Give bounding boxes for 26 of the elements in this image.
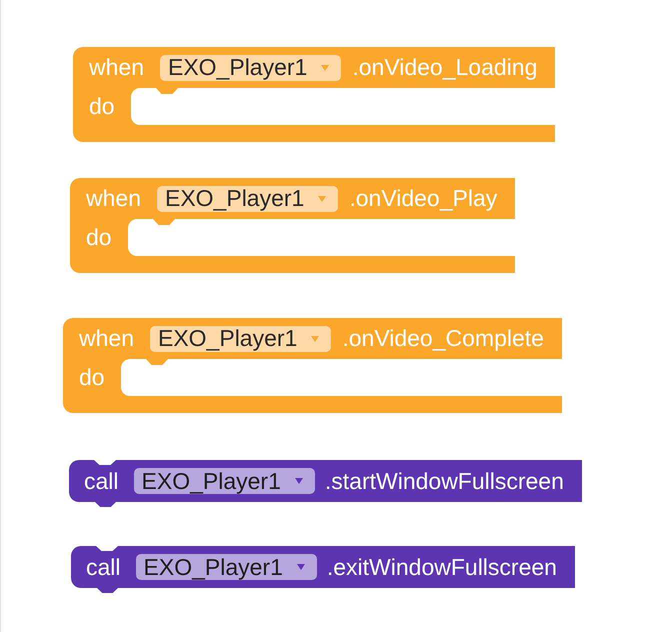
component-dropdown[interactable]: EXO_Player1	[134, 468, 315, 494]
component-dropdown[interactable]: EXO_Player1	[150, 326, 332, 352]
do-label: do	[78, 363, 106, 392]
event-block[interactable]: when EXO_Player1 .onVideo_Play do	[70, 178, 516, 273]
event-name-label: .onVideo_Complete	[342, 327, 544, 350]
caret-icon	[294, 478, 303, 484]
keyword-label: when	[86, 187, 141, 210]
keyword-label: when	[89, 56, 144, 79]
caret-icon	[318, 196, 326, 202]
component-dropdown[interactable]: EXO_Player1	[136, 554, 317, 580]
event-block[interactable]: when EXO_Player1 .onVideo_Loading do	[73, 47, 556, 142]
keyword-label: call	[86, 556, 121, 578]
event-block[interactable]: when EXO_Player1 .onVideo_Complete do	[63, 318, 562, 413]
keyword-label: when	[79, 327, 134, 350]
component-dropdown[interactable]: EXO_Player1	[156, 186, 338, 212]
keyword-label: call	[84, 470, 119, 492]
method-name-label: .exitWindowFullscreen	[326, 556, 557, 578]
component-dropdown[interactable]: EXO_Player1	[160, 54, 342, 80]
method-name-label: .startWindowFullscreen	[324, 470, 564, 492]
event-name-label: .onVideo_Play	[349, 187, 498, 210]
do-label: do	[88, 92, 116, 121]
do-label: do	[85, 223, 113, 252]
caret-icon	[321, 64, 330, 70]
caret-icon	[311, 336, 320, 342]
caret-icon	[296, 564, 305, 570]
event-name-label: .onVideo_Loading	[352, 56, 538, 79]
